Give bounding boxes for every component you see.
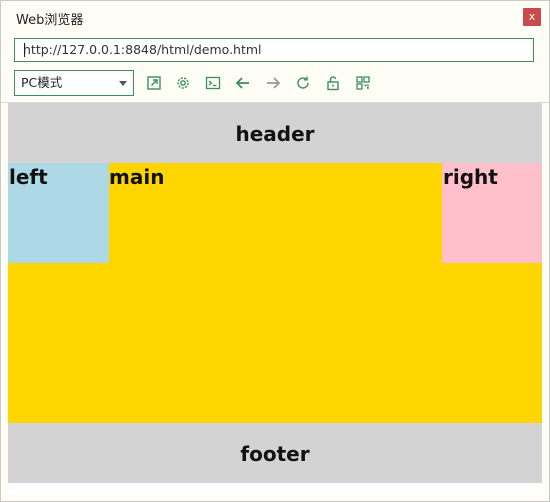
console-icon[interactable] [204,74,222,92]
page-left: left [8,163,109,263]
address-input[interactable]: http://127.0.0.1:8848/html/demo.html [14,38,534,62]
open-external-icon[interactable] [145,74,163,92]
viewport-bottom-strip [8,483,542,493]
close-button[interactable]: x [523,8,541,26]
unlock-icon[interactable] [324,74,342,92]
text-caret [24,43,25,57]
page-footer: footer [8,423,542,483]
page-main-label: main [109,165,165,189]
title-bar: Web浏览器 x [1,1,549,35]
page-header: header [8,103,542,163]
qr-code-icon[interactable] [354,74,372,92]
page-viewport[interactable]: header main left right footer [8,103,542,483]
back-arrow-icon[interactable] [234,74,252,92]
window-title: Web浏览器 [16,13,84,28]
page-right-label: right [443,165,498,189]
reload-icon[interactable] [294,74,312,92]
settings-gear-icon[interactable] [174,74,192,92]
forward-arrow-icon[interactable] [264,74,282,92]
toolbar: PC模式 [14,70,534,96]
chevron-down-icon [119,81,127,86]
address-url: http://127.0.0.1:8848/html/demo.html [23,42,262,57]
page-left-label: left [9,165,48,189]
page-right: right [442,163,542,263]
mode-select-value: PC模式 [21,75,63,90]
browser-window: Web浏览器 x http://127.0.0.1:8848/html/demo… [0,0,550,502]
mode-select[interactable]: PC模式 [14,70,134,96]
